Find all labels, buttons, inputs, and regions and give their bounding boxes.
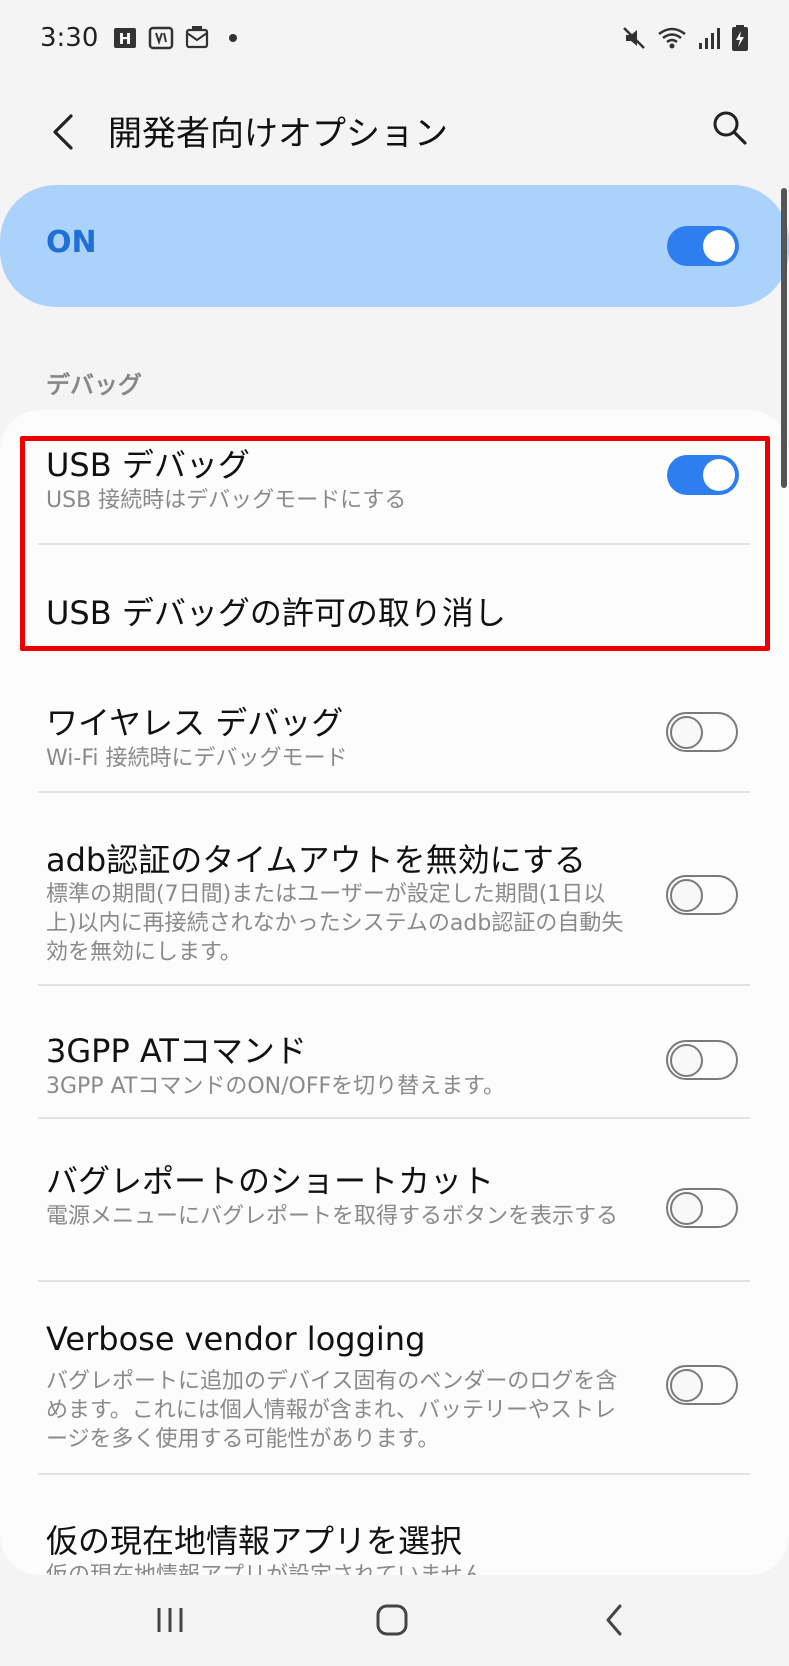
back-arrow-icon	[53, 114, 73, 150]
item-title: バグレポートのショートカット	[46, 1162, 495, 1200]
wireless-debugging-toggle[interactable]	[666, 712, 738, 752]
home-button[interactable]	[362, 1595, 422, 1645]
search-button[interactable]	[704, 98, 756, 158]
item-subtitle: 電源メニューにバグレポートを取得するボタンを表示する	[46, 1204, 619, 1229]
toggle-knob	[670, 1368, 703, 1402]
item-title: USB デバッグの許可の取り消し	[46, 594, 506, 632]
back-icon	[606, 1604, 622, 1636]
debug-settings-card: USB デバッグ USB 接続時はデバッグモードにする USB デバッグの許可の…	[0, 410, 789, 1575]
list-item-wireless-debugging[interactable]: ワイヤレス デバッグ Wi-Fi 接続時にデバッグモード	[0, 680, 789, 790]
item-title: Verbose vendor logging	[46, 1320, 426, 1358]
toggle-knob	[670, 1043, 703, 1077]
h-icon: H	[114, 28, 137, 48]
navigation-bar	[0, 1575, 789, 1666]
bug-report-shortcut-toggle[interactable]	[666, 1188, 738, 1228]
battery-charging-icon	[732, 25, 748, 51]
home-icon	[376, 1604, 408, 1636]
list-item-usb-debugging[interactable]: USB デバッグ USB 接続時はデバッグモードにする	[0, 410, 789, 528]
back-button[interactable]	[40, 106, 84, 158]
item-title: 3GPP ATコマンド	[46, 1032, 307, 1070]
mute-icon	[623, 27, 645, 49]
wifi-icon	[658, 27, 686, 49]
toggle-knob	[670, 1191, 703, 1225]
list-item-3gpp-at-command[interactable]: 3GPP ATコマンド 3GPP ATコマンドのON/OFFを切り替えます。	[0, 986, 789, 1116]
item-subtitle: 3GPP ATコマンドのON/OFFを切り替えます。	[46, 1074, 505, 1099]
toggle-knob	[703, 230, 735, 262]
item-subtitle: 標準の期間(7日間)またはユーザーが設定した期間(1日以上)以内に再接続されなか…	[46, 882, 624, 965]
toggle-knob	[670, 715, 703, 749]
item-title: USB デバッグ	[46, 446, 250, 484]
recents-icon	[157, 1608, 183, 1632]
list-item-bug-report-shortcut[interactable]: バグレポートのショートカット 電源メニューにバグレポートを取得するボタンを表示す…	[0, 1119, 789, 1279]
scrollbar[interactable]	[781, 188, 787, 488]
page-title: 開発者向けオプション	[108, 114, 448, 154]
svg-text:H: H	[119, 30, 132, 48]
sim-card-icon	[186, 26, 209, 49]
verbose-vendor-logging-toggle[interactable]	[666, 1365, 738, 1405]
adb-auth-timeout-toggle[interactable]	[666, 875, 738, 915]
nav-back-button[interactable]	[584, 1595, 644, 1645]
usb-debugging-toggle[interactable]	[667, 455, 739, 495]
signal-icon	[699, 28, 720, 49]
master-toggle[interactable]	[667, 226, 739, 266]
item-title: ワイヤレス デバッグ	[46, 704, 344, 742]
3gpp-at-command-toggle[interactable]	[666, 1040, 738, 1080]
item-title: adb認証のタイムアウトを無効にする	[46, 841, 586, 879]
list-item-verbose-vendor-logging[interactable]: Verbose vendor logging バグレポートに追加のデバイス固有の…	[0, 1282, 789, 1472]
section-header-debug: デバッグ	[46, 371, 142, 399]
item-subtitle: Wi-Fi 接続時にデバッグモード	[46, 746, 348, 771]
toggle-knob	[703, 459, 735, 491]
dot-icon	[229, 34, 238, 42]
status-time: 3:30	[40, 23, 99, 53]
search-icon	[713, 111, 747, 145]
list-item-adb-auth-timeout[interactable]: adb認証のタイムアウトを無効にする 標準の期間(7日間)またはユーザーが設定し…	[0, 793, 789, 983]
list-item-revoke-usb-debugging[interactable]: USB デバッグの許可の取り消し	[0, 545, 789, 645]
item-title: 仮の現在地情報アプリを選択	[46, 1522, 463, 1560]
app-bar: 開発者向けオプション	[0, 76, 789, 186]
item-subtitle: バグレポートに追加のデバイス固有のベンダーのログを含めます。これには個人情報が含…	[46, 1369, 618, 1452]
recents-button[interactable]	[140, 1595, 200, 1645]
status-bar: 3:30 H	[0, 0, 789, 76]
list-item-mock-location-app[interactable]: 仮の現在地情報アプリを選択 仮の現在地情報アプリが設定されていません	[0, 1475, 789, 1575]
voicemail-icon	[149, 26, 174, 50]
master-switch-label: ON	[46, 225, 97, 260]
item-subtitle: 仮の現在地情報アプリが設定されていません	[46, 1561, 626, 1575]
developer-options-master-switch[interactable]: ON	[0, 185, 789, 307]
item-subtitle: USB 接続時はデバッグモードにする	[46, 488, 407, 513]
status-right-icons	[621, 24, 749, 52]
toggle-knob	[670, 878, 703, 912]
